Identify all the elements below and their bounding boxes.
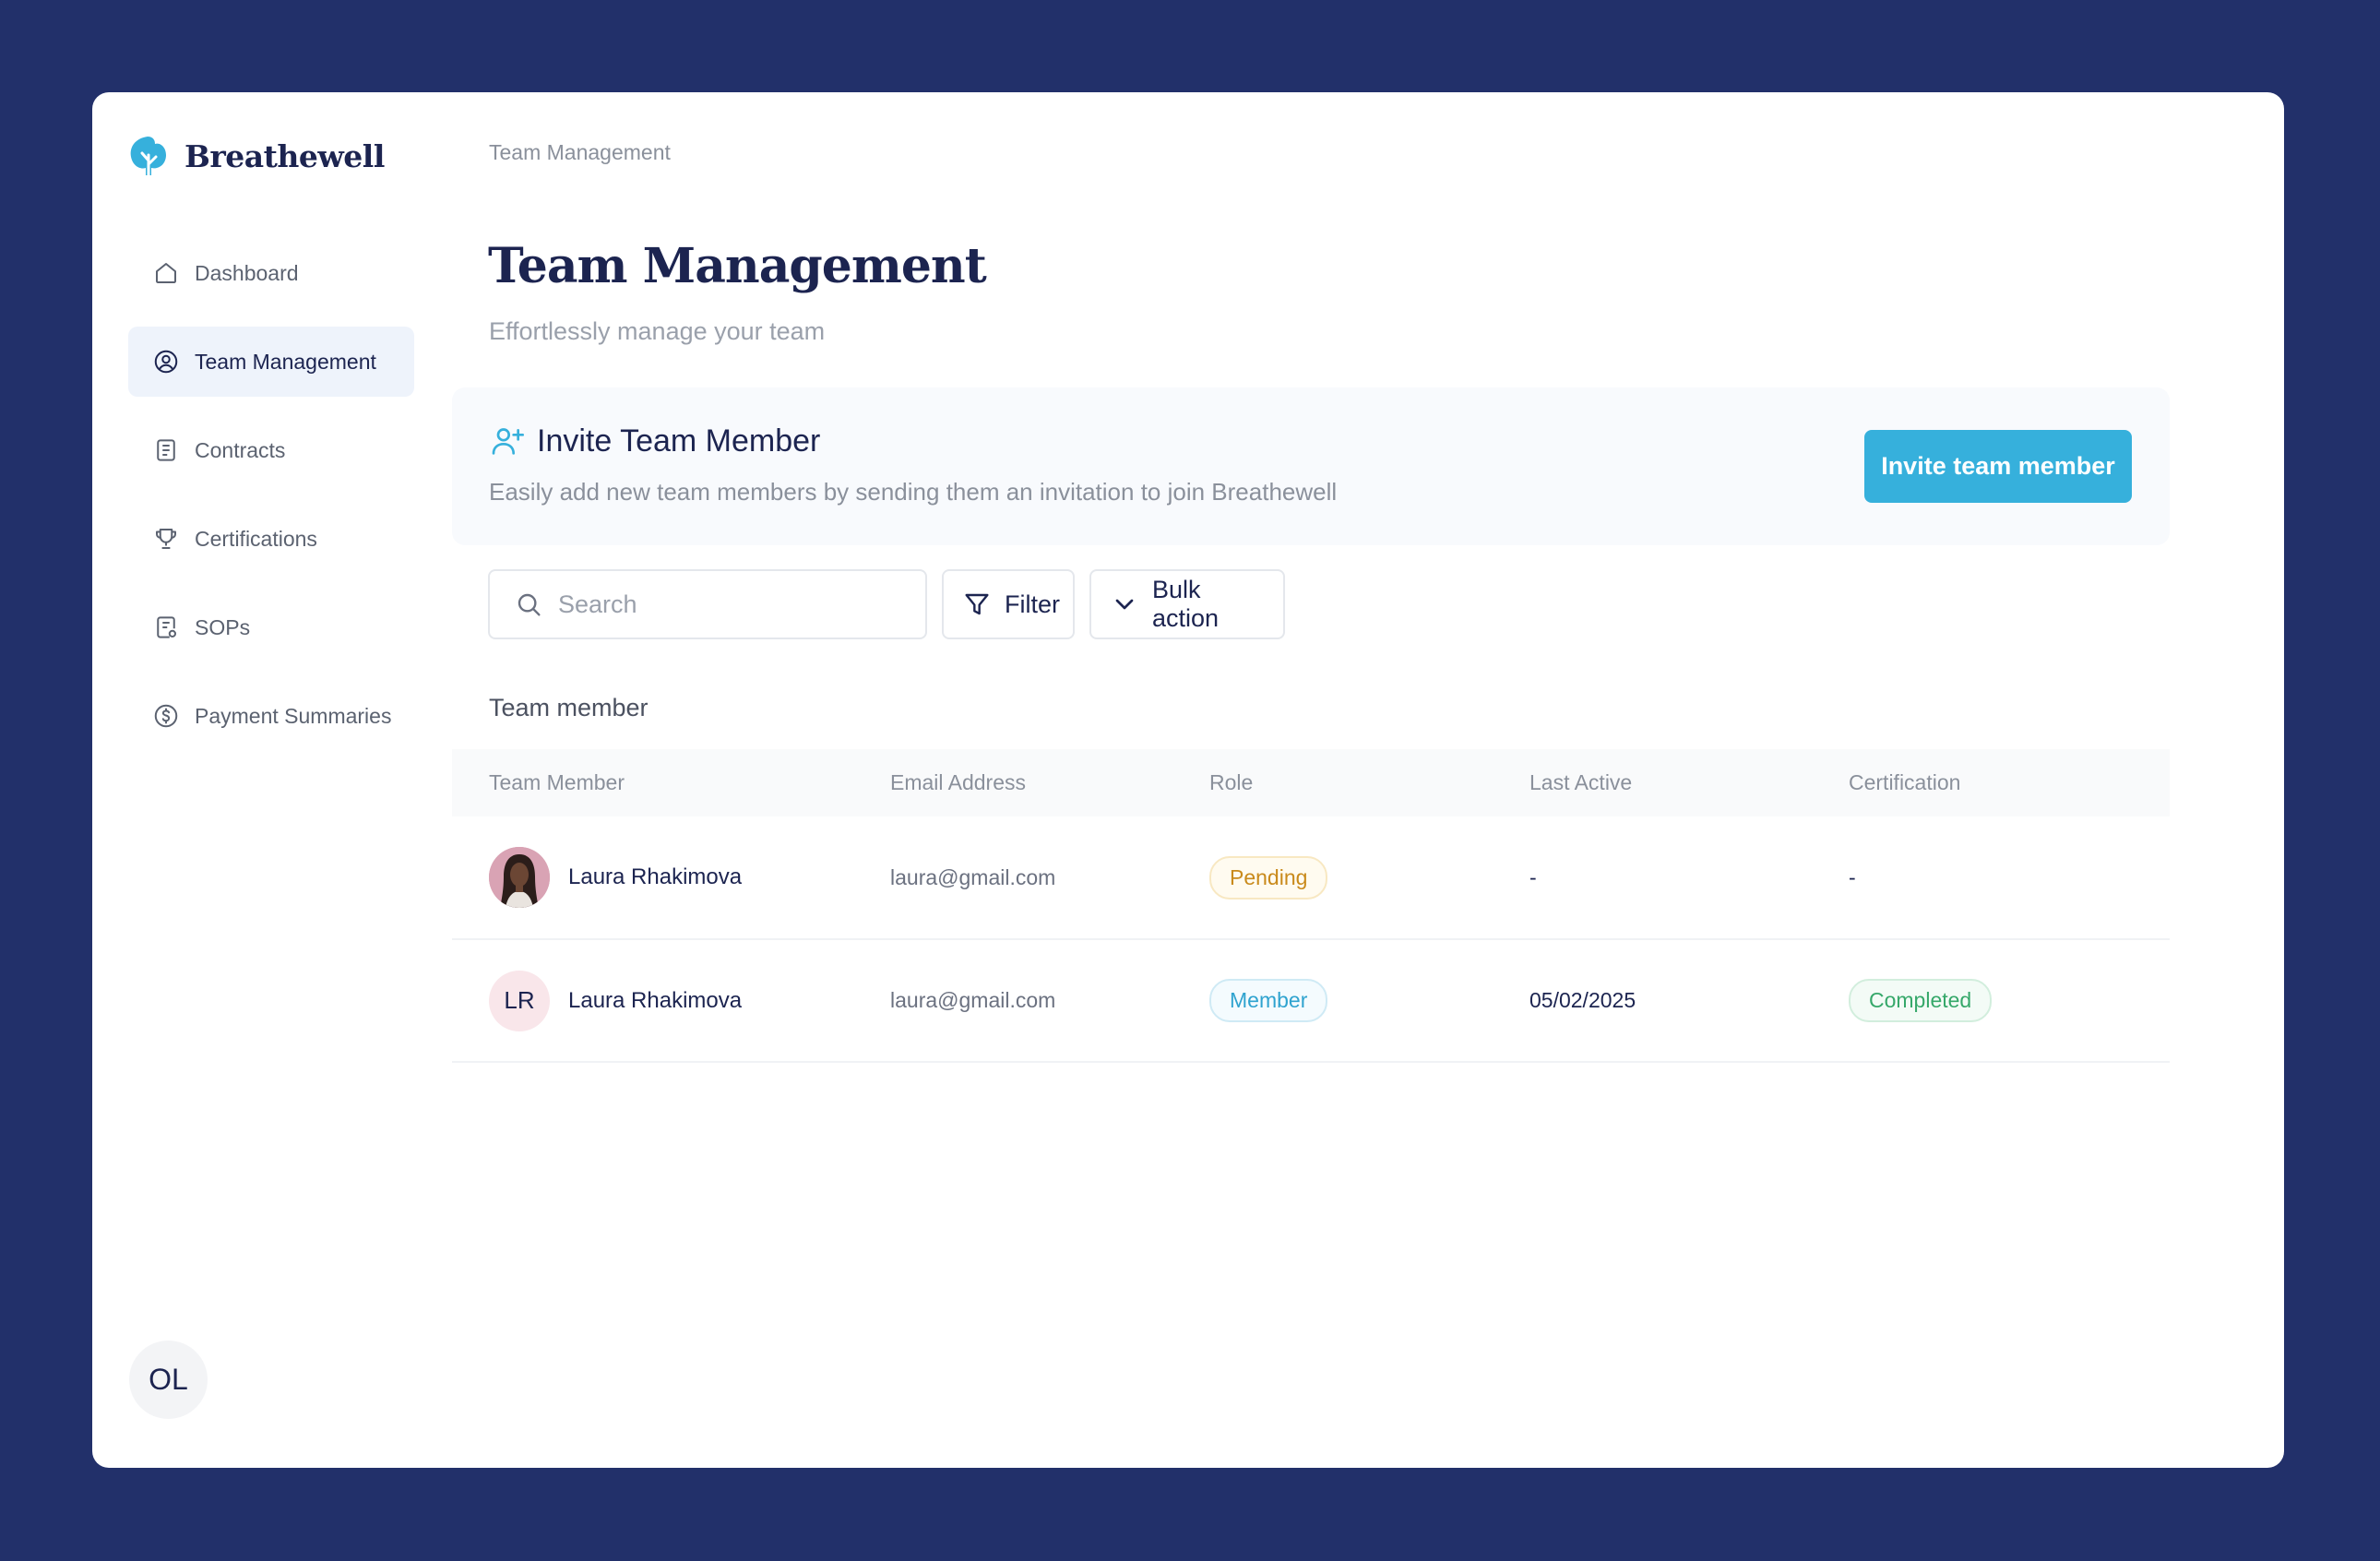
table-row[interactable]: LR Laura Rhakimova laura@gmail.com Membe…	[452, 939, 2170, 1062]
sidebar-item-label: Contracts	[195, 437, 286, 462]
app-window: Breathewell Dashboard Team Management Co…	[92, 92, 2284, 1468]
sidebar-item-contracts[interactable]: Contracts	[128, 415, 414, 485]
sidebar-item-payment-summaries[interactable]: Payment Summaries	[128, 681, 414, 751]
member-cell: Laura Rhakimova	[452, 816, 890, 939]
filter-icon	[965, 593, 989, 615]
certification-cell: -	[1849, 864, 1856, 889]
role-badge-member: Member	[1209, 979, 1328, 1022]
search-icon	[518, 593, 541, 616]
bulk-action-label: Bulk action	[1152, 576, 1220, 632]
role-cell: Pending	[1209, 816, 1529, 939]
invite-title: Invite Team Member	[537, 423, 821, 459]
filter-label: Filter	[1005, 590, 1060, 618]
column-header-role[interactable]: Role	[1209, 749, 1529, 816]
invite-description: Easily add new team members by sending t…	[489, 478, 1338, 506]
sidebar-item-label: Dashboard	[195, 260, 299, 285]
sidebar-item-label: Payment Summaries	[195, 703, 392, 728]
sidebar-item-sops[interactable]: SOPs	[128, 592, 414, 662]
invite-header: Invite Team Member	[489, 423, 820, 459]
chevron-down-icon	[1115, 599, 1134, 610]
user-avatar[interactable]: OL	[129, 1341, 208, 1419]
table-header-row: Team Member Email Address Role Last Acti…	[452, 749, 2170, 816]
certification-badge-completed: Completed	[1849, 979, 1993, 1022]
last-active-cell: 05/02/2025	[1529, 988, 1636, 1012]
table-toolbar: Filter Bulk action	[488, 569, 1285, 639]
search-box[interactable]	[488, 569, 927, 639]
column-header-certification[interactable]: Certification	[1849, 749, 2170, 816]
table-section-label: Team member	[489, 694, 649, 721]
email-cell: laura@gmail.com	[890, 864, 1056, 889]
last-active-cell: -	[1529, 864, 1537, 889]
user-circle-icon	[154, 350, 178, 374]
brand-name: Breathewell	[184, 137, 385, 174]
breathewell-logo-icon	[130, 137, 166, 177]
sidebar-item-label: Certifications	[195, 526, 317, 551]
sidebar-nav: Dashboard Team Management Contracts Cert…	[128, 238, 414, 769]
email-cell: laura@gmail.com	[890, 988, 1056, 1012]
role-badge-pending: Pending	[1209, 855, 1328, 900]
column-header-team-member[interactable]: Team Member	[452, 749, 890, 816]
page-subtitle: Effortlessly manage your team	[489, 317, 826, 345]
brand-logo[interactable]: Breathewell	[127, 133, 385, 179]
invite-card: Invite Team Member Easily add new team m…	[452, 387, 2170, 545]
member-photo-avatar	[489, 847, 550, 908]
dollar-circle-icon	[154, 704, 178, 728]
trophy-icon	[156, 529, 176, 549]
page-title: Team Management	[488, 238, 987, 294]
breadcrumb[interactable]: Team Management	[489, 140, 671, 165]
member-initials-avatar: LR	[489, 970, 550, 1031]
team-table: Team Member Email Address Role Last Acti…	[452, 749, 2170, 1063]
person-photo-icon	[489, 847, 550, 908]
table-row[interactable]: Laura Rhakimova laura@gmail.com Pending …	[452, 816, 2170, 939]
member-name: Laura Rhakimova	[568, 987, 743, 1013]
bulk-action-dropdown[interactable]: Bulk action	[1089, 569, 1285, 639]
sidebar-item-dashboard[interactable]: Dashboard	[128, 238, 414, 308]
document-icon	[157, 439, 175, 461]
sidebar-item-team-management[interactable]: Team Management	[128, 327, 414, 397]
user-plus-icon	[492, 428, 524, 455]
column-header-last-active[interactable]: Last Active	[1529, 749, 1849, 816]
sidebar-item-label: SOPs	[195, 614, 251, 639]
member-cell: LR Laura Rhakimova	[452, 939, 890, 1062]
invite-team-member-button[interactable]: Invite team member	[1864, 430, 2132, 503]
search-input[interactable]	[558, 590, 909, 619]
sidebar-item-certifications[interactable]: Certifications	[128, 504, 414, 574]
role-cell: Member	[1209, 939, 1529, 1062]
filter-button[interactable]: Filter	[942, 569, 1075, 639]
home-icon	[156, 263, 176, 283]
file-settings-icon	[157, 616, 176, 638]
member-name: Laura Rhakimova	[568, 864, 743, 889]
certification-cell: Completed	[1849, 939, 2170, 1062]
column-header-email[interactable]: Email Address	[890, 749, 1209, 816]
sidebar-item-label: Team Management	[195, 349, 376, 374]
